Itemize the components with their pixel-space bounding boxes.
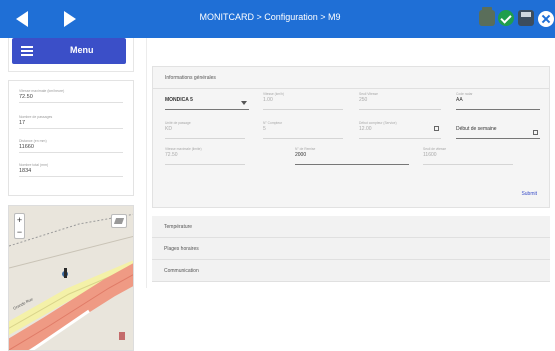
accordion-label: Température xyxy=(164,224,193,230)
check-icon[interactable] xyxy=(498,10,514,26)
zoom-control: + − xyxy=(14,213,25,239)
back-arrow-icon[interactable] xyxy=(16,11,28,27)
page-title: MONITCARD > Configuration > M9 xyxy=(199,12,341,22)
summary-card: Vitesse maximale (km/heure) 72.50 Nombre… xyxy=(8,80,134,196)
code-field[interactable]: Code radar AA xyxy=(456,92,540,110)
printer-icon[interactable] xyxy=(479,7,495,26)
field-value: Début de semaine xyxy=(456,126,497,132)
count-field[interactable]: N° Compteur 5 xyxy=(263,121,343,139)
field-value: 72.50 xyxy=(165,152,178,158)
accordion-label: Plages horaires xyxy=(164,246,199,252)
speed-field[interactable]: Vitesse (km/h) 1.00 xyxy=(263,92,343,110)
flow-field[interactable]: Unité de passage KD xyxy=(165,121,245,139)
calendar-icon[interactable] xyxy=(533,130,538,135)
top-bar: MONITCARD > Configuration > M9 xyxy=(0,0,555,38)
field-value: AA xyxy=(456,97,463,103)
field-value: 250 xyxy=(359,97,368,103)
general-info-title: Informations générales xyxy=(165,75,216,81)
field-value: KD xyxy=(165,126,172,132)
accordion-communication[interactable]: Communication xyxy=(152,260,550,282)
forward-arrow-icon[interactable] xyxy=(64,11,76,27)
summary-value: 17 xyxy=(19,120,26,126)
summary-value: 72.50 xyxy=(19,94,33,100)
general-info-header[interactable]: Informations générales xyxy=(153,67,549,89)
summary-value: 11660 xyxy=(19,144,34,150)
menu-button[interactable]: Menu xyxy=(12,38,126,64)
menu-label: Menu xyxy=(70,45,94,55)
accordion-temperature[interactable]: Température xyxy=(152,216,550,238)
seuil-field[interactable]: Seuil de vitesse 11600 xyxy=(423,147,513,165)
save-icon[interactable] xyxy=(518,10,534,26)
close-icon[interactable] xyxy=(538,11,554,27)
date2-field[interactable]: Début de semaine xyxy=(456,125,540,139)
hamburger-icon xyxy=(21,46,33,56)
vmax-field[interactable]: Vitesse maximale (limite) 72.50 xyxy=(165,147,245,165)
model-value: MONDICA 5 xyxy=(165,97,193,103)
field-value: 1.00 xyxy=(263,97,273,103)
map-view[interactable]: Grande Rue + − xyxy=(8,205,134,351)
calendar-icon[interactable] xyxy=(434,126,439,131)
model-select[interactable]: MONDICA 5 xyxy=(165,96,249,110)
chevron-down-icon xyxy=(241,101,247,105)
summary-item: Distance (en mm) 11660 xyxy=(19,139,123,153)
accordion-time-ranges[interactable]: Plages horaires xyxy=(152,238,550,260)
summary-item: Nombre total (mm) 1834 xyxy=(19,163,123,177)
field-value: 11600 xyxy=(423,152,437,158)
submit-button[interactable]: Submit xyxy=(521,191,537,197)
summary-item: Vitesse maximale (km/heure) 72.50 xyxy=(19,89,123,103)
date1-field[interactable]: Début compteur (Service) 12.00 xyxy=(359,121,441,139)
zoom-out-button[interactable]: − xyxy=(15,226,24,238)
size-field[interactable]: N° de Remise 2000 xyxy=(295,147,409,165)
general-info-card: Informations générales MONDICA 5 Vitesse… xyxy=(152,66,550,208)
summary-item: Nombre de passages 17 xyxy=(19,115,123,129)
accordion-label: Communication xyxy=(164,268,199,274)
layers-icon[interactable] xyxy=(111,214,127,228)
field-value: 2000 xyxy=(295,152,307,158)
limit-field[interactable]: Seuil Vitesse 250 xyxy=(359,92,441,110)
field-value: 5 xyxy=(263,126,266,132)
summary-value: 1834 xyxy=(19,168,32,174)
field-value: 12.00 xyxy=(359,126,372,132)
zoom-in-button[interactable]: + xyxy=(15,214,24,226)
